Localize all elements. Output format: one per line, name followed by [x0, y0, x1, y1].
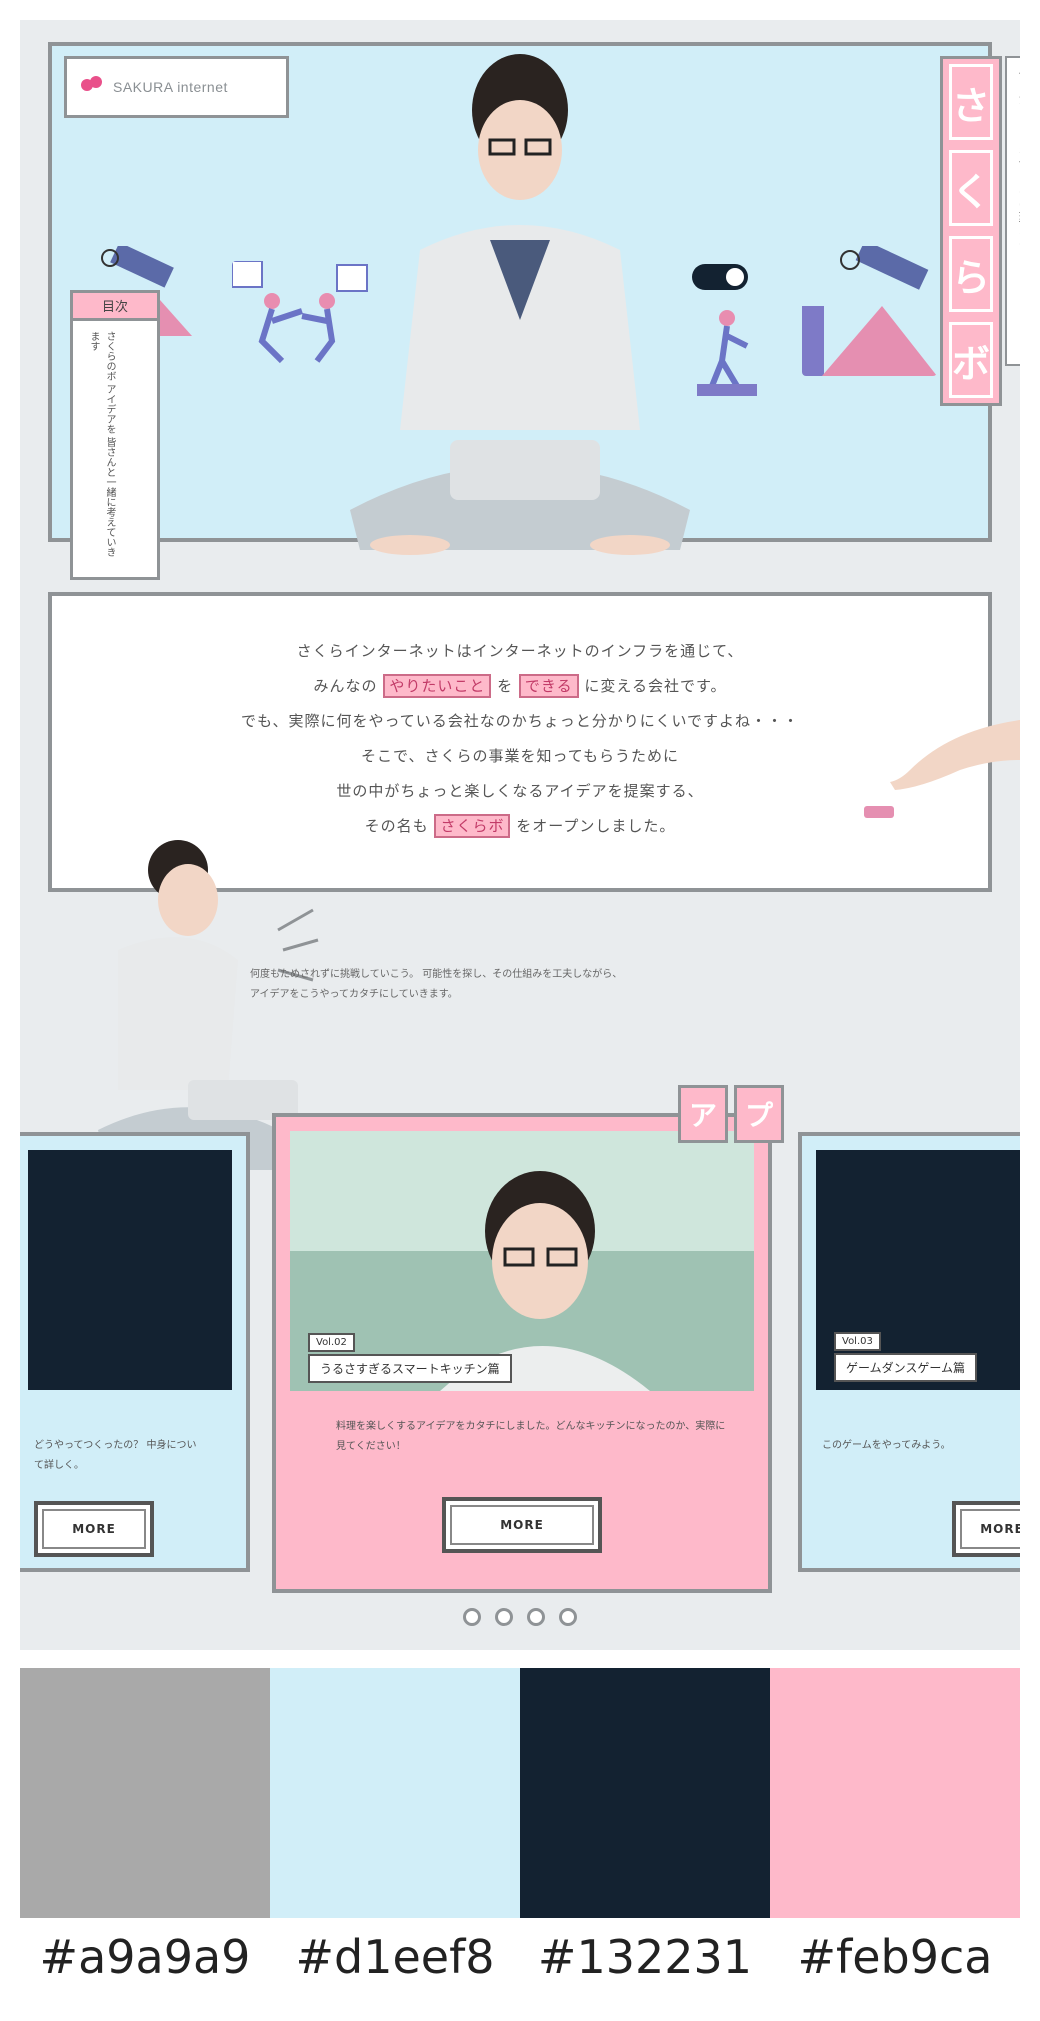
intro-line: でも、実際に何をやっている会社なのかちょっと分かりにくいですよね・・・ [240, 712, 800, 730]
carousel-pagination [20, 1608, 1020, 1626]
hex-label: #a9a9a9 [39, 1930, 251, 1984]
tagline-vertical: やりたいことをできるに変える [1005, 56, 1020, 366]
hero-person-image [350, 54, 690, 555]
title-char: ら [949, 236, 993, 312]
side-note-body: さくらのボ アイデアを 皆さんと一緒に考えていきます [88, 331, 115, 558]
video-thumbnail[interactable] [28, 1150, 232, 1390]
concept-description: 何度もためされずに挑戦していこう。 可能性を探し、その仕組みを工夫しながら、 ア… [250, 969, 623, 1000]
more-button[interactable]: MORE [952, 1501, 1020, 1557]
toggle-illustration [692, 264, 748, 290]
video-thumbnail[interactable]: Vol.03 ゲームダンスゲーム篇 [816, 1150, 1020, 1390]
app-tag: ア [678, 1085, 728, 1143]
pagination-dot[interactable] [559, 1608, 577, 1626]
more-button[interactable]: MORE [34, 1501, 154, 1557]
highlight-badge: さくらボ [434, 814, 511, 838]
color-swatch [770, 1668, 1020, 1918]
highlight-badge: できる [518, 674, 579, 698]
app-tags: ア プ [678, 1085, 784, 1143]
intro-text: をオープンしました。 [516, 817, 676, 835]
video-title: ゲームダンスゲーム篇 [834, 1353, 978, 1382]
pagination-dot[interactable] [495, 1608, 513, 1626]
hex-label: #feb9ca [797, 1930, 993, 1984]
satellite-building-illustration [802, 246, 937, 376]
color-swatch [20, 1668, 270, 1918]
side-note-heading: 目次 [73, 293, 157, 321]
hex-label: #132231 [537, 1930, 753, 1984]
app-tag: プ [734, 1085, 784, 1143]
color-palette [20, 1668, 1020, 1918]
video-title: うるさすぎるスマートキッチン篇 [308, 1354, 512, 1383]
video-card-center[interactable]: Vol.02 うるさすぎるスマートキッチン篇 料理を楽しくするアイデアをカタチに… [272, 1113, 772, 1593]
video-caption: Vol.03 ゲームダンスゲーム篇 [834, 1332, 978, 1382]
more-button[interactable]: MORE [442, 1497, 602, 1553]
video-card-right[interactable]: Vol.03 ゲームダンスゲーム篇 このゲームをやってみよう。 MORE [798, 1132, 1020, 1572]
intro-line: 世の中がちょっと楽しくなるアイデアを提案する、 [336, 782, 704, 800]
intro-line: さくらインターネットはインターネットのインフラを通じて、 [296, 642, 744, 660]
video-thumbnail[interactable]: Vol.02 うるさすぎるスマートキッチン篇 [290, 1131, 754, 1391]
intro-text: みんなの [313, 677, 378, 695]
side-note-box: 目次 さくらのボ アイデアを 皆さんと一緒に考えていきます [70, 290, 160, 580]
title-char: ボ [949, 322, 993, 398]
card-description: どうやってつくったの？ 中身について詳しく。 [34, 1440, 197, 1471]
logo[interactable]: SAKURA internet [64, 56, 289, 118]
intro-text: その名も [364, 817, 429, 835]
color-swatch [270, 1668, 520, 1918]
card-description: 料理を楽しくするアイデアをカタチにしました。どんなキッチンになったのか、実際に見… [336, 1421, 726, 1452]
pagination-dot[interactable] [463, 1608, 481, 1626]
pagination-dot[interactable] [527, 1608, 545, 1626]
video-caption: Vol.02 うるさすぎるスマートキッチン篇 [308, 1333, 512, 1383]
palette-labels: #a9a9a9 #d1eef8 #132231 #feb9ca [20, 1930, 1020, 1984]
hex-label: #d1eef8 [295, 1930, 495, 1984]
highlight-badge: やりたいこと [383, 674, 492, 698]
video-number: Vol.03 [834, 1332, 881, 1351]
intro-text: を [497, 677, 514, 695]
intro-line: その名も さくらボ をオープンしました。 [52, 809, 988, 844]
color-swatch [520, 1668, 770, 1918]
intro-line: みんなの やりたいこと を できる に変える会社です。 [52, 669, 988, 704]
title-char: く [949, 150, 993, 226]
sakura-logo-icon [81, 76, 103, 98]
pointing-hand-image [864, 720, 1020, 818]
website-screenshot: SAKURA internet さ く ら ボ やりたいことをできるに変える 目… [20, 20, 1020, 1650]
site-title-vertical: さ く ら ボ [940, 56, 1002, 406]
intro-line: そこで、さくらの事業を知ってもらうために [361, 747, 679, 765]
intro-text: に変える会社です。 [584, 677, 727, 695]
title-char: さ [949, 64, 993, 140]
video-card-left[interactable]: どうやってつくったの？ 中身について詳しく。 MORE [20, 1132, 250, 1572]
walking-person-illustration [697, 310, 757, 396]
video-number: Vol.02 [308, 1333, 355, 1352]
card-description: このゲームをやってみよう。 [822, 1440, 951, 1451]
logo-text: SAKURA internet [113, 79, 228, 95]
